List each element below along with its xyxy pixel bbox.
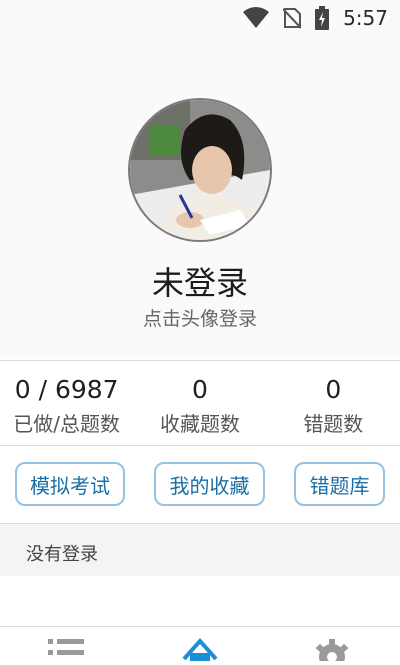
- stat-label: 错题数: [303, 412, 364, 436]
- bottom-nav: [0, 626, 400, 665]
- stat-favorites: 0 收藏题数: [133, 361, 266, 445]
- my-favorites-button[interactable]: 我的收藏: [154, 462, 265, 506]
- stat-value: 0: [325, 375, 342, 404]
- avatar-photo: [130, 100, 270, 240]
- nav-list[interactable]: [46, 637, 86, 661]
- battery-charging-icon: [315, 6, 330, 30]
- home-icon: [182, 637, 218, 661]
- avatar[interactable]: [128, 98, 272, 242]
- profile-header: 未登录 点击头像登录: [0, 36, 400, 359]
- wrong-questions-button[interactable]: 错题库: [294, 462, 385, 506]
- nav-settings[interactable]: [312, 637, 352, 665]
- username: 未登录: [151, 264, 248, 302]
- stat-label: 已做/总题数: [13, 412, 121, 436]
- status-bar: 5:57: [0, 0, 400, 36]
- mock-exam-button[interactable]: 模拟考试: [15, 462, 125, 506]
- stat-value: 0 / 6987: [14, 375, 119, 404]
- stat-wrong: 0 错题数: [267, 361, 400, 445]
- status-time: 5:57: [343, 6, 388, 30]
- stat-label: 收藏题数: [159, 412, 240, 436]
- stat-value: 0: [192, 375, 208, 404]
- not-logged-in-text: 没有登录: [26, 544, 98, 565]
- login-status-row: 没有登录: [0, 523, 400, 576]
- stats-row: 0 / 6987 已做/总题数 0 收藏题数 0 错题数: [0, 360, 400, 446]
- nav-home[interactable]: [180, 637, 220, 661]
- list-icon: [48, 639, 84, 655]
- gear-icon: [315, 639, 349, 665]
- stat-done-total: 0 / 6987 已做/总题数: [0, 361, 133, 445]
- login-hint[interactable]: 点击头像登录: [0, 304, 400, 331]
- wifi-icon: [243, 7, 270, 28]
- action-buttons: 模拟考试 我的收藏 错题库: [0, 446, 400, 522]
- no-sim-icon: [283, 8, 302, 29]
